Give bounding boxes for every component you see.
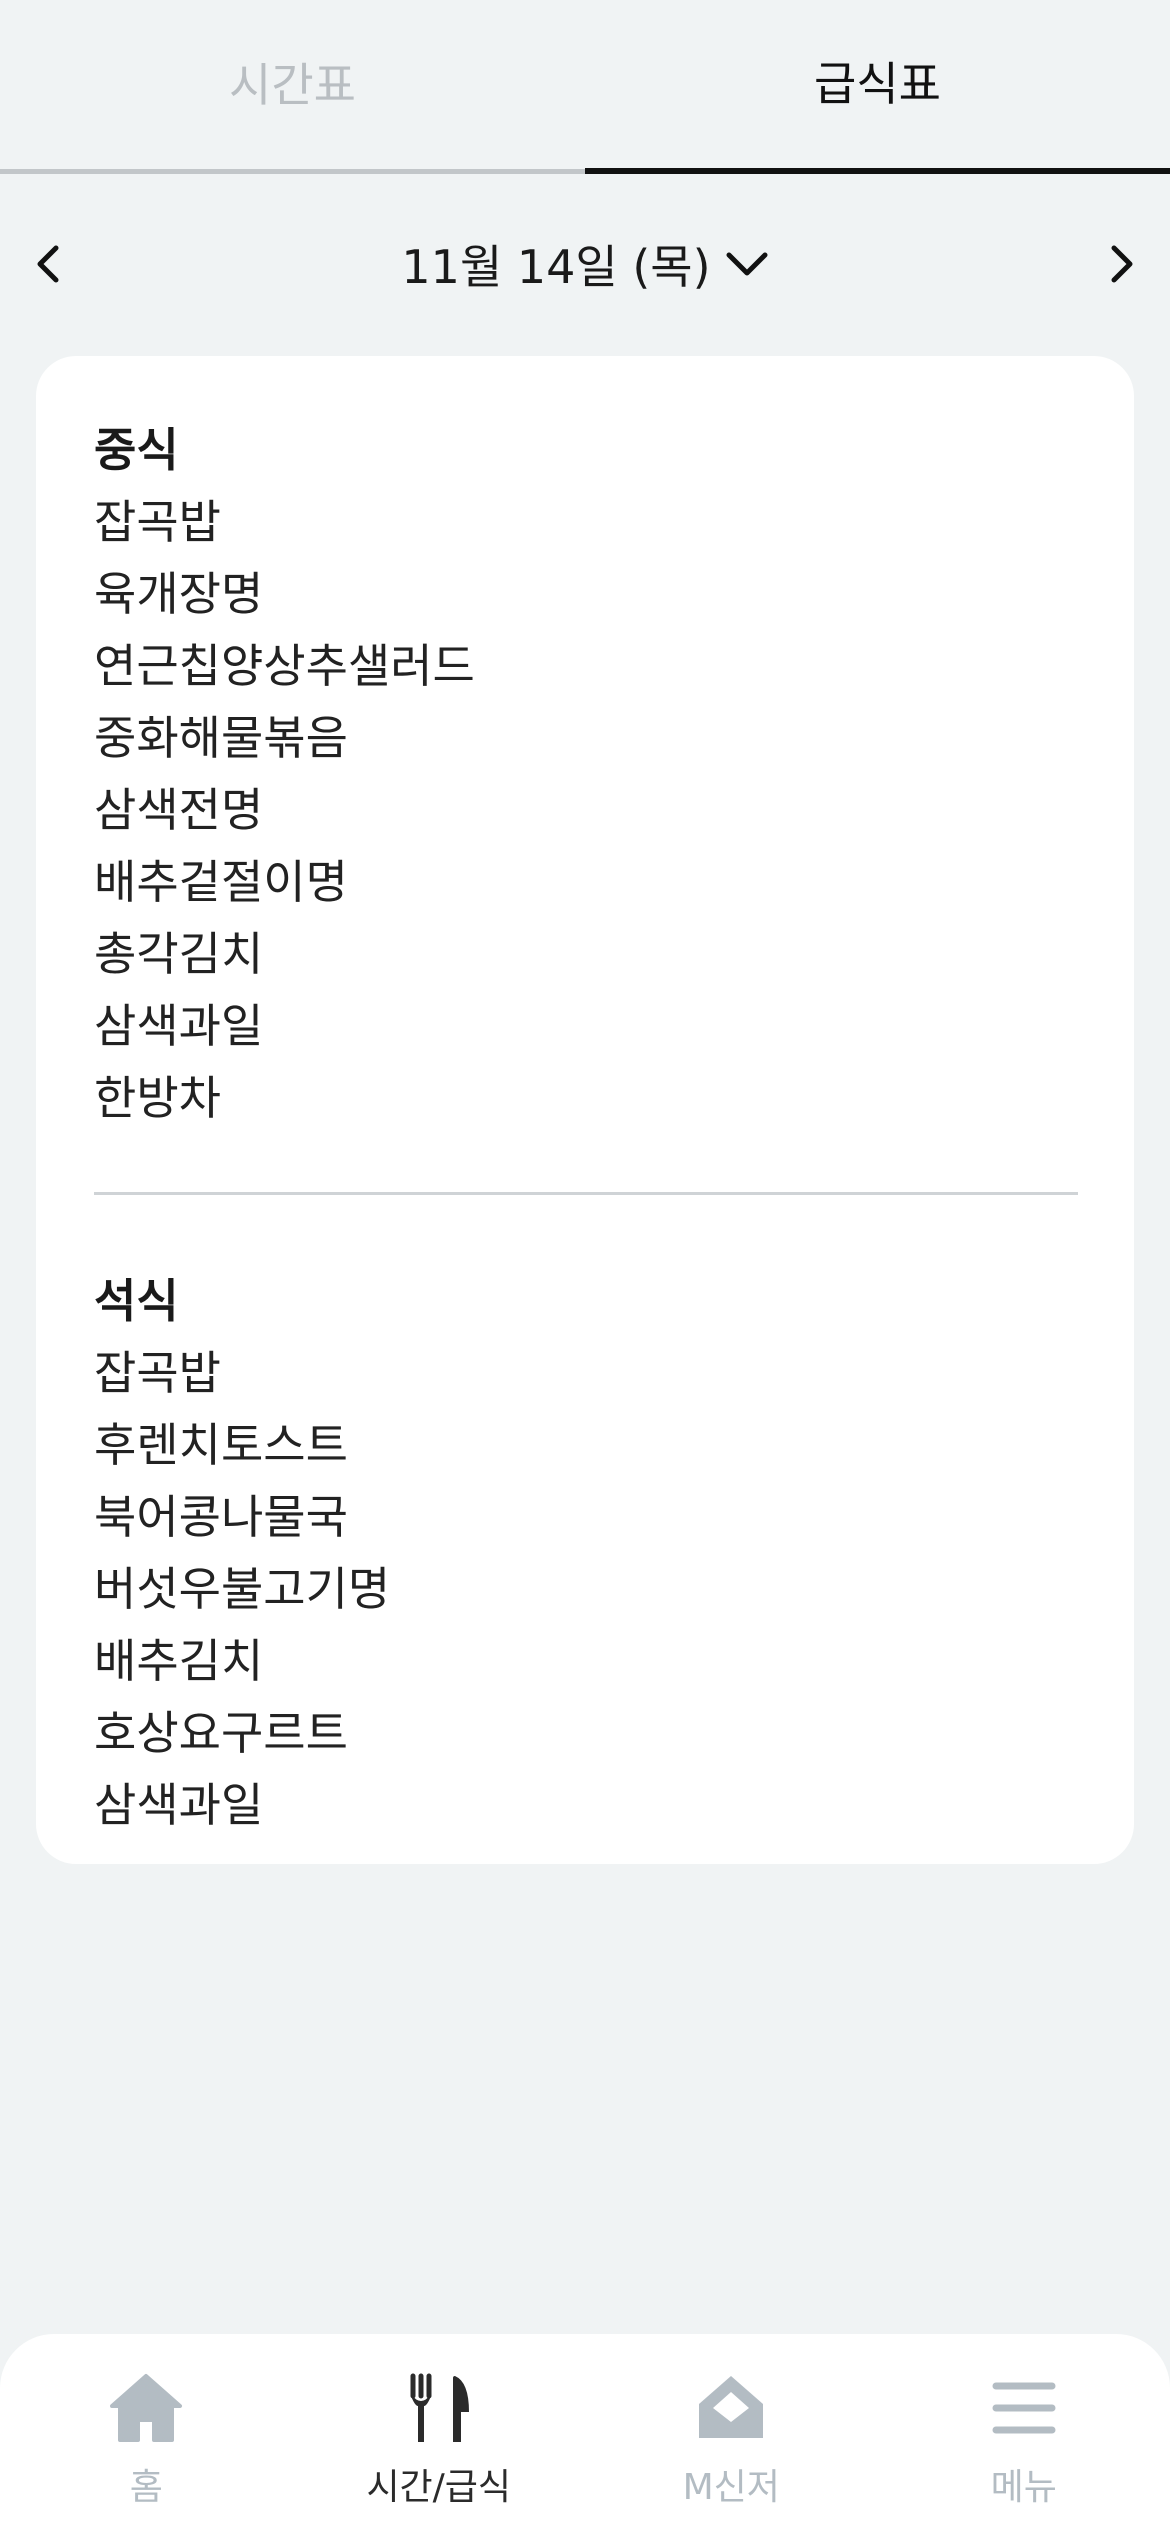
dinner-title: 석식 bbox=[94, 1274, 179, 1328]
nav-home[interactable]: 홈 bbox=[0, 2334, 293, 2532]
lunch-item: 육개장명 bbox=[94, 567, 264, 621]
meal-card: 중식 잡곡밥 육개장명 연근칩양상추샐러드 중화해물볶음 삼색전명 배추겉절이명… bbox=[36, 356, 1134, 1864]
nav-home-label: 홈 bbox=[129, 2467, 163, 2508]
fork-knife-icon bbox=[410, 2373, 469, 2442]
dinner-section: 석식 잡곡밥 후렌치토스트 북어콩나물국 버섯우불고기명 배추김치 호상요구르트… bbox=[94, 1265, 1076, 1841]
lunch-item: 한방차 bbox=[94, 1071, 221, 1125]
nav-messenger[interactable]: M신저 bbox=[585, 2334, 878, 2532]
date-navigation: 11월 14일 (목) bbox=[0, 214, 1170, 314]
tab-meal-table[interactable]: 급식표 bbox=[585, 0, 1170, 174]
nav-messenger-label: M신저 bbox=[682, 2467, 780, 2508]
nav-timetable-meal-label: 시간/급식 bbox=[366, 2467, 512, 2508]
bottom-navigation: 홈 시간/급식 M신저 메뉴 bbox=[0, 2334, 1170, 2532]
dinner-item: 잡곡밥 bbox=[94, 1346, 221, 1400]
nav-menu[interactable]: 메뉴 bbox=[878, 2334, 1170, 2532]
dinner-item: 배추김치 bbox=[94, 1634, 264, 1688]
home-icon bbox=[110, 2374, 183, 2442]
next-day-button[interactable] bbox=[1092, 236, 1148, 292]
dinner-item: 삼색과일 bbox=[94, 1778, 264, 1832]
lunch-item: 중화해물볶음 bbox=[94, 711, 348, 765]
lunch-item: 삼색과일 bbox=[94, 999, 264, 1053]
tab-timetable[interactable]: 시간표 bbox=[0, 0, 585, 174]
hamburger-menu-icon bbox=[992, 2382, 1056, 2434]
nav-timetable-meal[interactable]: 시간/급식 bbox=[293, 2334, 586, 2532]
lunch-item: 연근칩양상추샐러드 bbox=[94, 639, 475, 693]
lunch-section: 중식 잡곡밥 육개장명 연근칩양상추샐러드 중화해물볶음 삼색전명 배추겉절이명… bbox=[94, 414, 1076, 1134]
envelope-icon bbox=[699, 2376, 764, 2438]
lunch-item: 총각김치 bbox=[94, 927, 264, 981]
dinner-item: 버섯우불고기명 bbox=[94, 1562, 391, 1616]
dinner-item: 호상요구르트 bbox=[94, 1706, 348, 1760]
lunch-title: 중식 bbox=[94, 423, 179, 477]
tab-bar: 시간표 급식표 bbox=[0, 0, 1170, 174]
lunch-item: 배추겉절이명 bbox=[94, 855, 348, 909]
lunch-item: 잡곡밥 bbox=[94, 495, 221, 549]
date-picker[interactable]: 11월 14일 (목) bbox=[0, 214, 1170, 314]
meal-screen: 시간표 급식표 11월 14일 (목) 중식 잡곡밥 육개장명 연근칩양상추샐러… bbox=[0, 0, 1170, 2532]
dinner-item: 후렌치토스트 bbox=[94, 1418, 348, 1472]
nav-menu-label: 메뉴 bbox=[990, 2467, 1057, 2508]
previous-day-button[interactable] bbox=[22, 236, 78, 292]
date-label: 11월 14일 (목) bbox=[401, 240, 711, 294]
dinner-item: 북어콩나물국 bbox=[94, 1490, 348, 1544]
section-divider bbox=[94, 1192, 1078, 1195]
chevron-down-icon bbox=[726, 252, 768, 276]
lunch-item: 삼색전명 bbox=[94, 783, 264, 837]
